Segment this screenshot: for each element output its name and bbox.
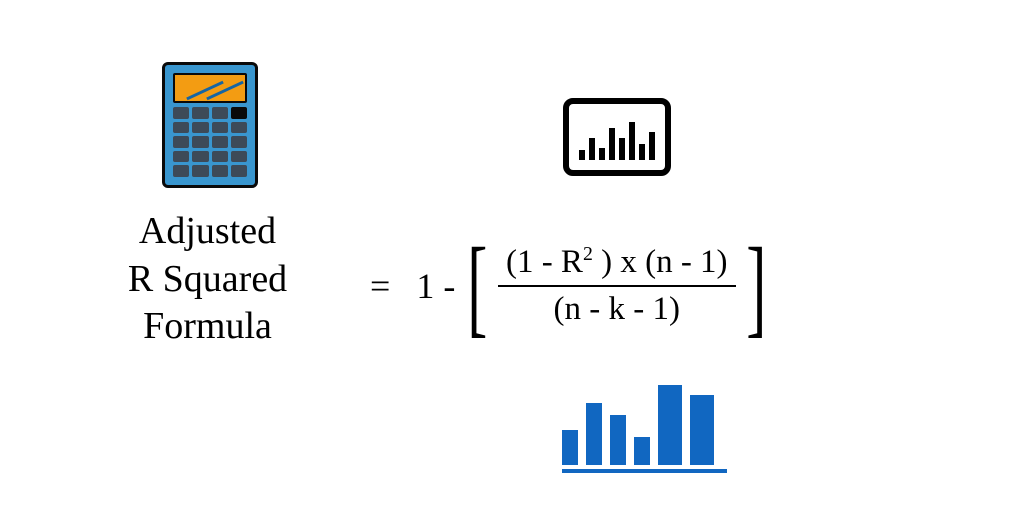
adjusted-r-squared-formula: = 1 - [ (1 - R2 ) x (n - 1) (n - k - 1) … [370, 240, 768, 332]
bar [586, 403, 602, 465]
fraction: (1 - R2 ) x (n - 1) (n - k - 1) [498, 240, 736, 332]
title-line-3: Formula [143, 305, 272, 347]
bar [629, 122, 635, 160]
bar [599, 148, 605, 160]
bar [649, 132, 655, 160]
title-line-2: R Squared [128, 258, 287, 300]
formula-title: Adjusted R Squared Formula [60, 208, 355, 351]
bar [634, 437, 650, 465]
bar [589, 138, 595, 160]
bar [610, 415, 626, 465]
framed-bars [579, 118, 655, 160]
bar [619, 138, 625, 160]
numerator-exp: 2 [583, 243, 593, 265]
numerator: (1 - R2 ) x (n - 1) [498, 240, 736, 285]
calculator-keys [173, 107, 247, 177]
left-bracket: [ [468, 242, 488, 330]
one-minus: 1 - [416, 265, 455, 307]
numerator-suffix: ) x (n - 1) [593, 244, 728, 280]
numerator-prefix: (1 - R [506, 244, 583, 280]
calculator-screen [173, 73, 247, 103]
blue-baseline [562, 469, 727, 473]
bar [562, 430, 578, 465]
bar [690, 395, 714, 465]
right-bracket: ] [746, 242, 766, 330]
blue-bar-chart-icon [562, 380, 727, 473]
framed-bar-chart-icon [563, 98, 671, 176]
bar [579, 150, 585, 160]
blue-bars [562, 380, 727, 465]
calculator-icon [162, 62, 258, 188]
bar [639, 144, 645, 160]
title-line-1: Adjusted [139, 210, 276, 252]
bar [658, 385, 682, 465]
equals-sign: = [370, 265, 390, 307]
bar [609, 128, 615, 160]
denominator: (n - k - 1) [546, 287, 688, 332]
